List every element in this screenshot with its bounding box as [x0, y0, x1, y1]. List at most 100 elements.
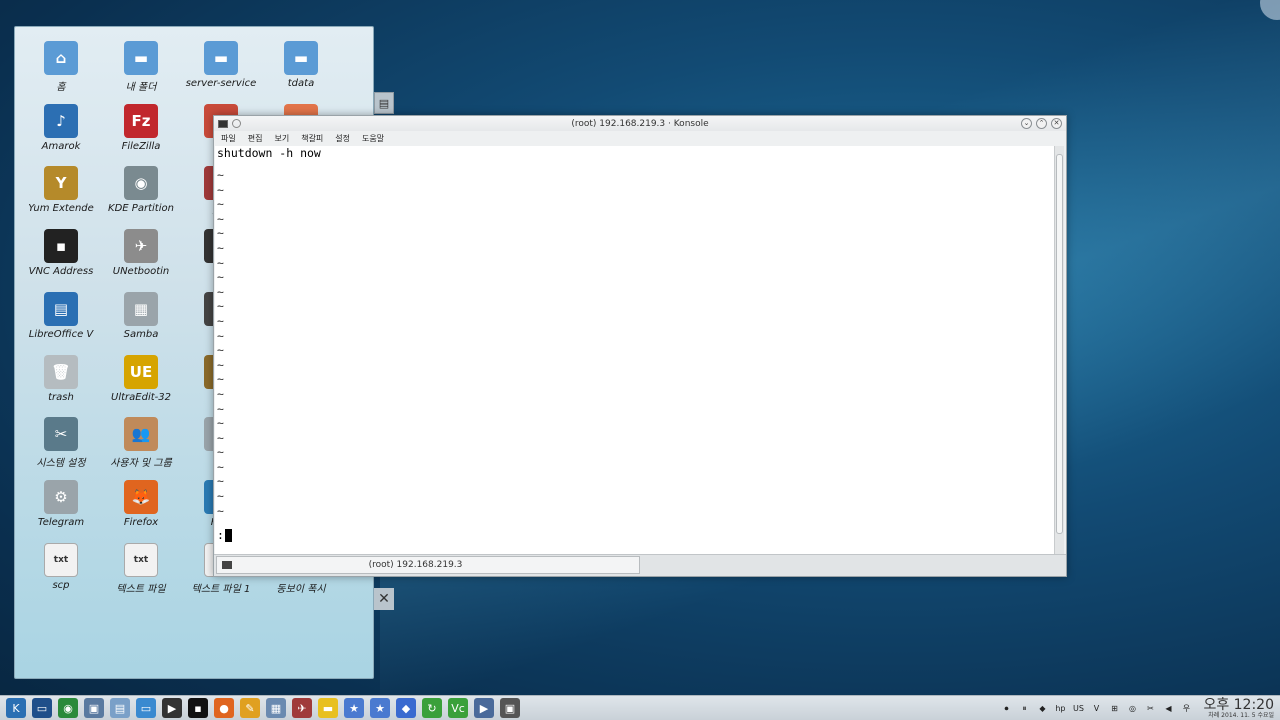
desktop-icon[interactable]: ✂ 시스템 설정: [21, 417, 101, 469]
network-icon[interactable]: ◉: [58, 698, 78, 718]
desktop-icon-label: KDE Partition: [108, 203, 174, 215]
desktop-icon-label: LibreOffice V: [28, 328, 94, 340]
menu-edit[interactable]: 편집: [248, 133, 263, 144]
desktop-toolbox-button[interactable]: [1260, 0, 1280, 20]
input-method-icon[interactable]: 우: [1179, 702, 1193, 716]
desktop-icon[interactable]: txt 텍스트 파일: [101, 542, 181, 595]
widget-close-icon[interactable]: ✕: [374, 588, 394, 610]
tilde-line: ~: [217, 459, 224, 474]
menu-view[interactable]: 보기: [274, 133, 289, 144]
menu-help[interactable]: 도움말: [362, 133, 384, 144]
desktop-icon[interactable]: txt scp: [21, 542, 101, 591]
desktop-icon[interactable]: ◉ KDE Partition: [101, 166, 181, 214]
widget-handle[interactable]: ▤: [374, 92, 394, 114]
desktop-icon[interactable]: ▭: [32, 698, 52, 718]
volume-icon[interactable]: ◀: [1161, 702, 1175, 716]
desktop-icon[interactable]: ▪ VNC Address: [21, 229, 101, 277]
menu-bookmarks[interactable]: 책갈피: [301, 133, 323, 144]
clipboard-icon[interactable]: ✂: [1143, 702, 1157, 716]
terminal-icon: [222, 561, 232, 569]
konsole-icon[interactable]: ▶: [474, 698, 494, 718]
close-button[interactable]: ✕: [1051, 118, 1062, 129]
firefox-icon[interactable]: ●: [214, 698, 234, 718]
desktop-icon[interactable]: 👥 사용자 및 그룹: [101, 417, 181, 469]
desktop-icon[interactable]: ⌂ 홈: [21, 41, 101, 93]
menu-settings[interactable]: 설정: [335, 133, 350, 144]
tilde-line: ~: [217, 284, 224, 299]
firefox-icon: 🦊: [124, 479, 158, 514]
desktop-icon[interactable]: UE UltraEdit-32: [101, 354, 181, 403]
prompt-colon: :: [217, 528, 224, 542]
desktop-icon[interactable]: ▦ Samba: [101, 291, 181, 340]
window-icon[interactable]: ▭: [136, 698, 156, 718]
minimize-button[interactable]: ⌄: [1021, 118, 1032, 129]
desktop-icon-label: tdata: [287, 78, 315, 89]
tilde-line: ~: [217, 386, 224, 401]
desktop-icon-label: VNC Address: [28, 266, 94, 278]
record-icon[interactable]: ⏺: [999, 702, 1013, 716]
taskbar: K ▭ ◉ ▣ ▤ ▭ ▶ ▪ ● ✎ ▦ ✈ ▬ ★ ★ ◆ ↻ Vc ▶ ▣ ⏺ ⏸ ◆ hp US V ⊞ ◎ ✂ ◀ 우 오후 1…: [0, 695, 1280, 720]
tilde-line: ~: [217, 328, 224, 343]
tilde-line: ~: [217, 313, 224, 328]
editor-icon[interactable]: ✎: [240, 698, 260, 718]
star-icon[interactable]: ★: [370, 698, 390, 718]
desktop-icon[interactable]: Y Yum Extende: [21, 166, 101, 214]
vertical-scrollbar[interactable]: [1054, 146, 1064, 555]
clock-time: 오후 12:20: [1203, 697, 1274, 713]
star-icon[interactable]: ★: [344, 698, 364, 718]
desktop-icon[interactable]: 🦊 Firefox: [101, 479, 181, 528]
tool-icon[interactable]: ✈: [292, 698, 312, 718]
lips-icon[interactable]: ◆: [1035, 702, 1049, 716]
desktop-icon-label: 내 폴더: [125, 82, 157, 93]
image-viewer-icon[interactable]: ▦: [266, 698, 286, 718]
desktop-icon[interactable]: ▬ server-service: [181, 41, 261, 89]
vc-icon[interactable]: Vc: [448, 698, 468, 718]
desktop-icon[interactable]: ♪ Amarok: [21, 103, 101, 152]
system-monitor-icon[interactable]: ▣: [84, 698, 104, 718]
desktop-icon[interactable]: 🗑 trash: [21, 354, 101, 403]
terminal-icon[interactable]: ▶: [162, 698, 182, 718]
text-file-icon: txt: [44, 542, 78, 577]
desktop-icon-label: 사용자 및 그룹: [110, 458, 172, 470]
network-icon[interactable]: ⊞: [1107, 702, 1121, 716]
vc-icon[interactable]: V: [1089, 702, 1103, 716]
calendar-icon[interactable]: ▤: [110, 698, 130, 718]
kde-menu-icon[interactable]: K: [6, 698, 26, 718]
scrollbar-thumb[interactable]: [1056, 154, 1063, 534]
hp-icon[interactable]: hp: [1053, 702, 1067, 716]
tilde-line: ~: [217, 445, 224, 460]
folder-icon: ▬: [284, 41, 318, 75]
tilde-line: ~: [217, 343, 224, 358]
folder-icon[interactable]: ▬: [318, 698, 338, 718]
desktop-icon-label: 시스템 설정: [36, 458, 86, 470]
tilde-line: ~: [217, 270, 224, 285]
tilde-line: ~: [217, 240, 224, 255]
desktop-icon[interactable]: ▬ 내 폴더: [101, 41, 181, 93]
desktop-icon[interactable]: ⚙ Telegram: [21, 479, 101, 528]
vnc-icon[interactable]: ▪: [188, 698, 208, 718]
maximize-button[interactable]: ⌃: [1036, 118, 1047, 129]
title-bar[interactable]: (root) 192.168.219.3 · Konsole ⌄ ⌃ ✕: [214, 116, 1066, 131]
tilde-line: ~: [217, 372, 224, 387]
app-icon[interactable]: ◆: [396, 698, 416, 718]
partition-icon: ◉: [124, 166, 158, 201]
globe-icon[interactable]: ◎: [1125, 702, 1139, 716]
system-settings-icon: ✂: [44, 417, 78, 452]
pause-icon[interactable]: ⏸: [1017, 702, 1031, 716]
tab-session[interactable]: (root) 192.168.219.3: [216, 556, 640, 574]
clock[interactable]: 오후 12:20 차례 2014. 11. 5 수요일: [1203, 698, 1274, 719]
menu-file[interactable]: 파일: [221, 133, 236, 144]
keyboard-layout-icon[interactable]: US: [1071, 702, 1085, 716]
desktop-icon[interactable]: ▤ LibreOffice V: [21, 291, 101, 340]
terminal-icon[interactable]: ▣: [500, 698, 520, 718]
desktop-icon[interactable]: ▬ tdata: [261, 41, 341, 89]
terminal-area[interactable]: shutdown -h now ~ ~ ~ ~ ~ ~ ~ ~ ~ ~ ~ ~ ~ ~ ~ ~ ~ ~ ~ ~ ~ ~ ~ ~…: [215, 146, 1055, 555]
ultraedit-icon: UE: [124, 354, 158, 389]
desktop-icon[interactable]: ✈ UNetbootin: [101, 229, 181, 277]
tab-bar: (root) 192.168.219.3: [214, 554, 1066, 576]
desktop-icon[interactable]: Fz FileZilla: [101, 103, 181, 152]
tilde-line: ~: [217, 211, 224, 226]
update-icon[interactable]: ↻: [422, 698, 442, 718]
desktop-icon-label: trash: [48, 391, 74, 403]
tilde-line: ~: [217, 416, 224, 431]
